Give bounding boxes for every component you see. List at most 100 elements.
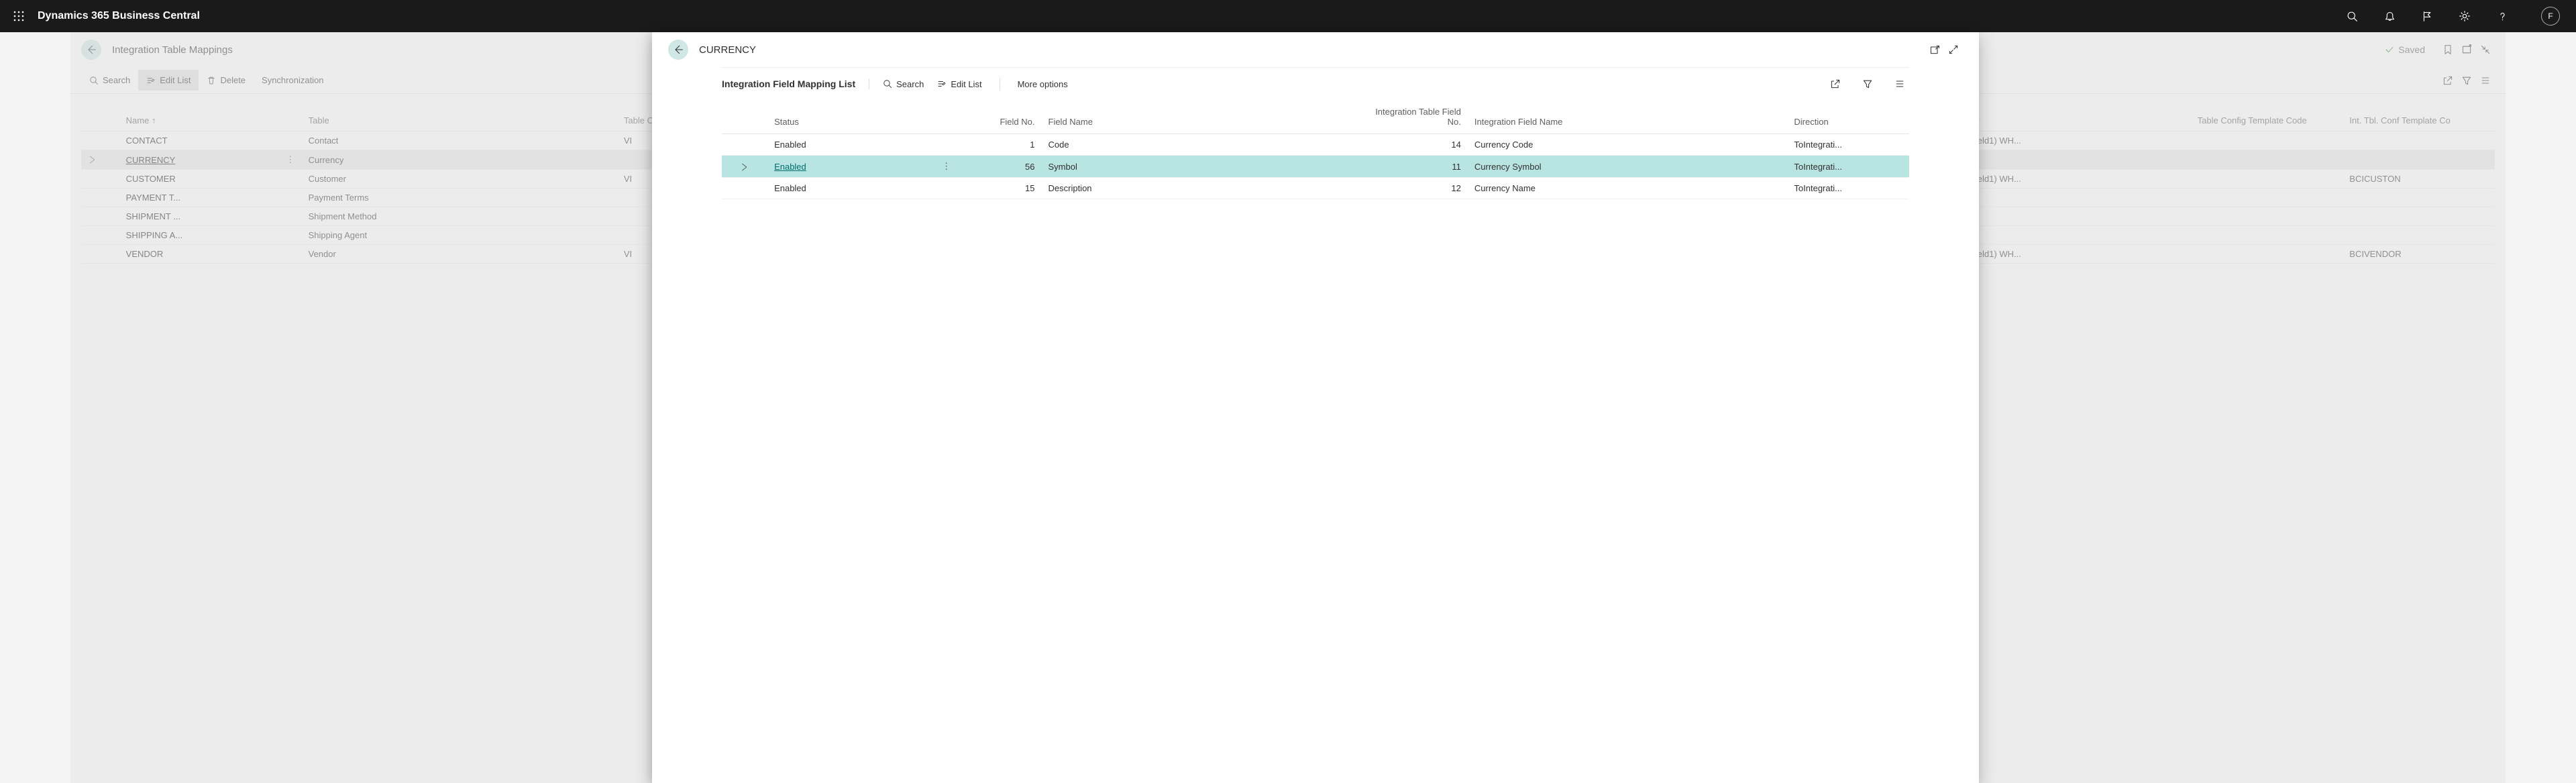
row-name[interactable]: CUSTOMER bbox=[119, 170, 279, 189]
row-name[interactable]: CONTACT bbox=[119, 132, 279, 150]
row-field-name: Symbol bbox=[1042, 156, 1354, 178]
row-marker bbox=[722, 178, 767, 199]
row-name[interactable]: VENDOR bbox=[119, 245, 279, 264]
row-name[interactable]: SHIPPING A... bbox=[119, 226, 279, 245]
row-int-field-no: 11 bbox=[1354, 156, 1468, 178]
row-marker bbox=[81, 245, 119, 264]
row-more[interactable] bbox=[279, 226, 302, 245]
page-title: Integration Table Mappings bbox=[112, 44, 233, 56]
collapse-icon[interactable] bbox=[2476, 40, 2495, 59]
row-more[interactable]: ⋮ bbox=[279, 150, 302, 170]
table-row[interactable]: Enabled ⋮ 56Symbol11Currency SymbolToInteg… bbox=[722, 156, 1909, 178]
row-marker bbox=[81, 150, 119, 170]
row-more[interactable]: ⋮ bbox=[935, 156, 958, 178]
row-int-field-name: Currency Code bbox=[1468, 134, 1788, 156]
row-int-field-no: 14 bbox=[1354, 134, 1468, 156]
panel-subheader: Integration Field Mapping List Search Ed… bbox=[722, 67, 1909, 100]
col-field-name[interactable]: Field Name bbox=[1042, 100, 1354, 134]
flag-icon[interactable] bbox=[2418, 7, 2436, 25]
row-more[interactable] bbox=[279, 245, 302, 264]
back-button[interactable] bbox=[81, 40, 101, 60]
panel-subtitle: Integration Field Mapping List bbox=[722, 79, 869, 89]
row-tmpl bbox=[2191, 226, 2343, 245]
col-int-field-name[interactable]: Integration Field Name bbox=[1468, 100, 1788, 134]
row-inttmpl bbox=[2343, 189, 2495, 207]
row-more-icon[interactable]: ⋮ bbox=[942, 161, 951, 172]
row-field-name: Description bbox=[1042, 178, 1354, 199]
table-row[interactable]: Enabled1Code14Currency CodeToIntegrati..… bbox=[722, 134, 1909, 156]
saved-label: Saved bbox=[2398, 44, 2425, 55]
row-field-no: 15 bbox=[958, 178, 1042, 199]
bell-icon[interactable] bbox=[2380, 7, 2399, 25]
row-more[interactable] bbox=[279, 207, 302, 226]
row-table: Shipment Method bbox=[302, 207, 617, 226]
row-table: Payment Terms bbox=[302, 189, 617, 207]
app-title: Dynamics 365 Business Central bbox=[38, 10, 2343, 22]
row-name[interactable]: CURRENCY bbox=[119, 150, 279, 170]
row-tmpl bbox=[2191, 132, 2343, 150]
delete-action[interactable]: Delete bbox=[199, 70, 254, 91]
col-name[interactable]: Name ↑ bbox=[119, 110, 279, 132]
row-name[interactable]: PAYMENT T... bbox=[119, 189, 279, 207]
row-more[interactable] bbox=[279, 189, 302, 207]
avatar[interactable]: F bbox=[2541, 7, 2560, 25]
row-field-no: 56 bbox=[958, 156, 1042, 178]
row-marker bbox=[81, 170, 119, 189]
row-int-field-name: Currency Symbol bbox=[1468, 156, 1788, 178]
panel-filter-icon[interactable] bbox=[1858, 74, 1877, 93]
panel-edit-list-action[interactable]: Edit List bbox=[937, 79, 981, 89]
col-field-no[interactable]: Field No. bbox=[958, 100, 1042, 134]
row-inttmpl bbox=[2343, 226, 2495, 245]
panel-back-button[interactable] bbox=[668, 40, 688, 60]
col-status[interactable]: Status bbox=[767, 100, 935, 134]
search-icon[interactable] bbox=[2343, 7, 2361, 25]
row-direction: ToIntegrati... bbox=[1787, 156, 1909, 178]
row-name[interactable]: SHIPMENT ... bbox=[119, 207, 279, 226]
row-int-field-name: Currency Name bbox=[1468, 178, 1788, 199]
search-action[interactable]: Search bbox=[81, 70, 138, 91]
panel-list-icon[interactable] bbox=[1890, 74, 1909, 93]
row-more-icon[interactable]: ⋮ bbox=[286, 154, 295, 165]
share-icon[interactable] bbox=[2438, 71, 2457, 90]
row-tmpl bbox=[2191, 245, 2343, 264]
row-more[interactable] bbox=[935, 134, 958, 156]
table-row[interactable]: Enabled15Description12Currency NameToInt… bbox=[722, 178, 1909, 199]
panel-search-action[interactable]: Search bbox=[883, 79, 924, 89]
col-tmpl[interactable]: Table Config Template Code bbox=[2191, 110, 2343, 132]
help-icon[interactable] bbox=[2493, 7, 2512, 25]
row-field-no: 1 bbox=[958, 134, 1042, 156]
top-header: Dynamics 365 Business Central F bbox=[0, 0, 2576, 32]
panel-popout-icon[interactable] bbox=[1925, 40, 1944, 59]
row-status[interactable]: Enabled bbox=[767, 134, 935, 156]
row-table: Contact bbox=[302, 132, 617, 150]
expand-icon[interactable] bbox=[2457, 40, 2476, 59]
row-marker bbox=[722, 156, 767, 178]
gear-icon[interactable] bbox=[2455, 7, 2474, 25]
row-more[interactable] bbox=[279, 170, 302, 189]
row-status[interactable]: Enabled bbox=[767, 178, 935, 199]
panel-expand-icon[interactable] bbox=[1944, 40, 1963, 59]
synchronization-action[interactable]: Synchronization bbox=[254, 70, 332, 91]
filter-icon[interactable] bbox=[2457, 71, 2476, 90]
col-int-field-no[interactable]: Integration Table Field No. bbox=[1354, 100, 1468, 134]
app-launcher-icon[interactable] bbox=[11, 8, 27, 24]
col-direction[interactable]: Direction bbox=[1787, 100, 1909, 134]
row-marker bbox=[81, 226, 119, 245]
row-inttmpl bbox=[2343, 132, 2495, 150]
row-field-name: Code bbox=[1042, 134, 1354, 156]
bookmark-icon[interactable] bbox=[2438, 40, 2457, 59]
list-icon[interactable] bbox=[2476, 71, 2495, 90]
col-table[interactable]: Table bbox=[302, 110, 617, 132]
col-inttmpl[interactable]: Int. Tbl. Conf Template Co bbox=[2343, 110, 2495, 132]
saved-status: Saved bbox=[2385, 44, 2425, 55]
row-status[interactable]: Enabled bbox=[767, 156, 935, 178]
panel-more-options[interactable]: More options bbox=[1018, 79, 1068, 89]
row-tmpl bbox=[2191, 207, 2343, 226]
row-tmpl bbox=[2191, 170, 2343, 189]
edit-list-action[interactable]: Edit List bbox=[138, 70, 199, 91]
row-more[interactable] bbox=[935, 178, 958, 199]
panel-share-icon[interactable] bbox=[1826, 74, 1845, 93]
row-table: Shipping Agent bbox=[302, 226, 617, 245]
row-more[interactable] bbox=[279, 132, 302, 150]
row-tmpl bbox=[2191, 150, 2343, 170]
